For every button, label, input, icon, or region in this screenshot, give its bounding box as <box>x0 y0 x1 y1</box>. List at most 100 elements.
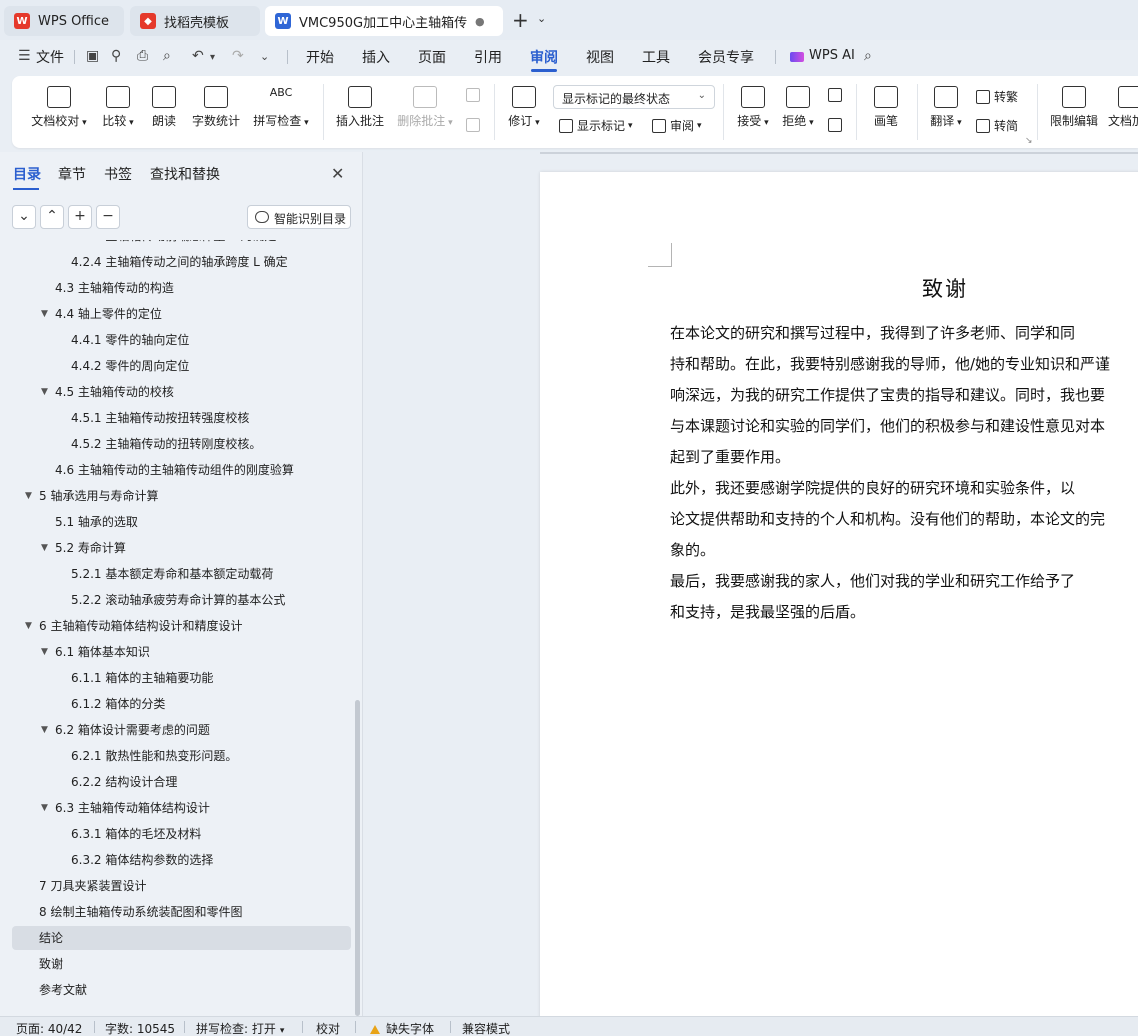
search-icon[interactable]: ⌕ <box>864 48 872 64</box>
word-count-status[interactable]: 字数: 10545 <box>105 1020 175 1036</box>
doc-protect-button[interactable]: 文档加 <box>1108 86 1138 129</box>
toc-item[interactable]: ▼ 6.1 箱体基本知识 <box>12 640 351 664</box>
toc-item[interactable]: 4.6 主轴箱传动的主轴箱传动组件的刚度验算 <box>12 458 351 482</box>
tab-document[interactable]: W VMC950G加工中心主轴箱传动 ● <box>265 6 503 36</box>
markup-state-select[interactable]: 显示标记的最终状态 ⌄ <box>553 85 715 109</box>
toc-item[interactable]: 参考文献 <box>12 978 351 1002</box>
word-count-button[interactable]: 字数统计 <box>190 86 242 129</box>
toc-item[interactable]: ▼ 4.5 主轴箱传动的校核 <box>12 380 351 404</box>
toc-item[interactable]: ▼ 6.2 箱体设计需要考虑的问题 <box>12 718 351 742</box>
toc-item[interactable]: 4.2.4 主轴箱传动之间的轴承跨度 L 确定 <box>12 250 351 274</box>
collapse-chevron-down-icon[interactable]: ⌄ <box>12 205 36 229</box>
to-traditional-button[interactable]: 转繁 <box>976 88 1018 105</box>
spell-check-status[interactable]: 拼写检查: 打开 ▾ <box>196 1020 284 1036</box>
undo-icon[interactable]: ↶ <box>192 48 204 64</box>
menu-view[interactable]: 视图 <box>586 47 614 67</box>
toc-item[interactable]: 致谢 <box>12 952 351 976</box>
accept-button[interactable]: 接受 ▾ <box>733 86 773 129</box>
toc-item[interactable]: 4.4.1 零件的轴向定位 <box>12 328 351 352</box>
toc-item[interactable]: ▼ 6.3 主轴箱传动箱体结构设计 <box>12 796 351 820</box>
menu-tools[interactable]: 工具 <box>642 47 670 67</box>
toc-scrollbar[interactable] <box>355 700 360 1016</box>
print-icon[interactable]: ⎙ <box>137 48 148 64</box>
menu-insert[interactable]: 插入 <box>362 47 390 67</box>
add-heading-plus-icon[interactable]: + <box>68 205 92 229</box>
track-changes-button[interactable]: 修订 ▾ <box>504 86 544 129</box>
toc-item[interactable]: 6.3.2 箱体结构参数的选择 <box>12 848 351 872</box>
tab-list-chevron-down-icon[interactable]: ⌄ <box>537 12 546 25</box>
redo-icon[interactable]: ↷ <box>232 48 244 64</box>
toc-item[interactable]: 6.3.1 箱体的毛坯及材料 <box>12 822 351 846</box>
delete-comment-button[interactable]: 删除批注 ▾ <box>394 86 456 129</box>
toc-item[interactable]: 5.1 轴承的选取 <box>12 510 351 534</box>
menu-wps-ai[interactable]: WPS AI <box>809 48 855 63</box>
smart-toc-button[interactable]: 智能识别目录 <box>247 205 351 229</box>
menu-home[interactable]: 开始 <box>306 47 334 67</box>
read-aloud-button[interactable]: 朗读 <box>146 86 182 129</box>
menu-membership[interactable]: 会员专享 <box>698 47 754 67</box>
toc-item[interactable]: 4.5.2 主轴箱传动的扭转刚度校核。 <box>12 432 351 456</box>
new-tab-plus-icon[interactable]: + <box>512 8 529 32</box>
toc-item[interactable]: 5.2.1 基本额定寿命和基本额定动载荷 <box>12 562 351 586</box>
menu-page[interactable]: 页面 <box>418 47 446 67</box>
tab-modified-dot-icon[interactable]: ● <box>475 15 485 28</box>
toc-item[interactable]: ▼ 5.2 寿命计算 <box>12 536 351 560</box>
review-pane-button[interactable]: 审阅 ▾ <box>652 117 702 134</box>
tab-docer[interactable]: ◆ 找稻壳模板 <box>130 6 260 36</box>
quick-access-chevron-icon[interactable]: ⌄ <box>260 50 269 63</box>
page-indicator[interactable]: 页面: 40/42 <box>16 1020 82 1036</box>
document-page[interactable]: 致谢 在本论文的研究和撰写过程中，我得到了许多老师、同学和同 持和帮助。在此，我要… <box>540 172 1138 1016</box>
chevron-up-icon[interactable]: ⌃ <box>40 205 64 229</box>
compare-button[interactable]: 比较 ▾ <box>96 86 140 129</box>
nav-tab-bookmarks[interactable]: 书签 <box>104 164 132 184</box>
save-icon[interactable]: ▣ <box>86 48 99 64</box>
close-icon[interactable]: ✕ <box>331 164 344 183</box>
restrict-edit-button[interactable]: 限制编辑 <box>1048 86 1100 129</box>
missing-font-status[interactable]: 缺失字体 <box>370 1020 434 1036</box>
expand-triangle-icon[interactable]: ▼ <box>41 796 48 820</box>
share-icon[interactable]: ⚲ <box>111 48 121 64</box>
previous-change-icon[interactable] <box>828 88 846 102</box>
show-markup-button[interactable]: 显示标记 ▾ <box>559 117 633 134</box>
toc-item[interactable]: 4.4.2 零件的周向定位 <box>12 354 351 378</box>
toc-item[interactable]: 6.1.1 箱体的主轴箱要功能 <box>12 666 351 690</box>
nav-tab-find-replace[interactable]: 查找和替换 <box>150 164 220 184</box>
toc-item[interactable]: 4.2.3 主轴箱传动前端悬伸量 a 的确定 <box>12 240 351 248</box>
remove-heading-minus-icon[interactable]: − <box>96 205 120 229</box>
expand-triangle-icon[interactable]: ▼ <box>25 614 32 638</box>
nav-tab-toc[interactable]: 目录 <box>13 164 41 184</box>
insert-comment-button[interactable]: 插入批注 <box>334 86 386 129</box>
previous-comment-icon[interactable] <box>466 88 484 102</box>
reject-button[interactable]: 拒绝 ▾ <box>778 86 818 129</box>
to-simplified-button[interactable]: 转简 <box>976 117 1018 134</box>
toc-item[interactable]: 6.2.1 散热性能和热变形问题。 <box>12 744 351 768</box>
toc-item[interactable]: 7 刀具夹紧装置设计 <box>12 874 351 898</box>
menu-file[interactable]: 文件 <box>36 47 64 67</box>
expand-triangle-icon[interactable]: ▼ <box>41 640 48 664</box>
expand-triangle-icon[interactable]: ▼ <box>41 536 48 560</box>
menu-review[interactable]: 审阅 <box>530 47 558 67</box>
toc-item[interactable]: 结论 <box>12 926 351 950</box>
next-comment-icon[interactable] <box>466 118 484 132</box>
toc-item[interactable]: 4.5.1 主轴箱传动按扭转强度校核 <box>12 406 351 430</box>
toc-item[interactable]: 6.1.2 箱体的分类 <box>12 692 351 716</box>
toc-item[interactable]: 6.2.2 结构设计合理 <box>12 770 351 794</box>
hamburger-icon[interactable]: ☰ <box>18 48 31 64</box>
toc-item[interactable]: ▼ 4.4 轴上零件的定位 <box>12 302 351 326</box>
dialog-launcher-icon[interactable]: ↘ <box>1025 136 1033 146</box>
menu-references[interactable]: 引用 <box>474 47 502 67</box>
translate-button[interactable]: 翻译 ▾ <box>926 86 966 129</box>
expand-triangle-icon[interactable]: ▼ <box>41 718 48 742</box>
undo-dropdown-icon[interactable]: ▾ <box>210 52 215 63</box>
toc-item[interactable]: 8 绘制主轴箱传动系统装配图和零件图 <box>12 900 351 924</box>
pen-button[interactable]: 画笔 <box>868 86 904 129</box>
toc-item[interactable]: 4.3 主轴箱传动的构造 <box>12 276 351 300</box>
spell-check-button[interactable]: ABC 拼写检查 ▾ <box>250 86 312 129</box>
expand-triangle-icon[interactable]: ▼ <box>41 380 48 404</box>
toc-item[interactable]: 5.2.2 滚动轴承疲劳寿命计算的基本公式 <box>12 588 351 612</box>
expand-triangle-icon[interactable]: ▼ <box>41 302 48 326</box>
toc-item[interactable]: ▼ 6 主轴箱传动箱体结构设计和精度设计 <box>12 614 351 638</box>
toc-item[interactable]: ▼ 5 轴承选用与寿命计算 <box>12 484 351 508</box>
nav-tab-chapters[interactable]: 章节 <box>58 164 86 184</box>
doc-check-button[interactable]: 文档校对 ▾ <box>28 86 90 129</box>
